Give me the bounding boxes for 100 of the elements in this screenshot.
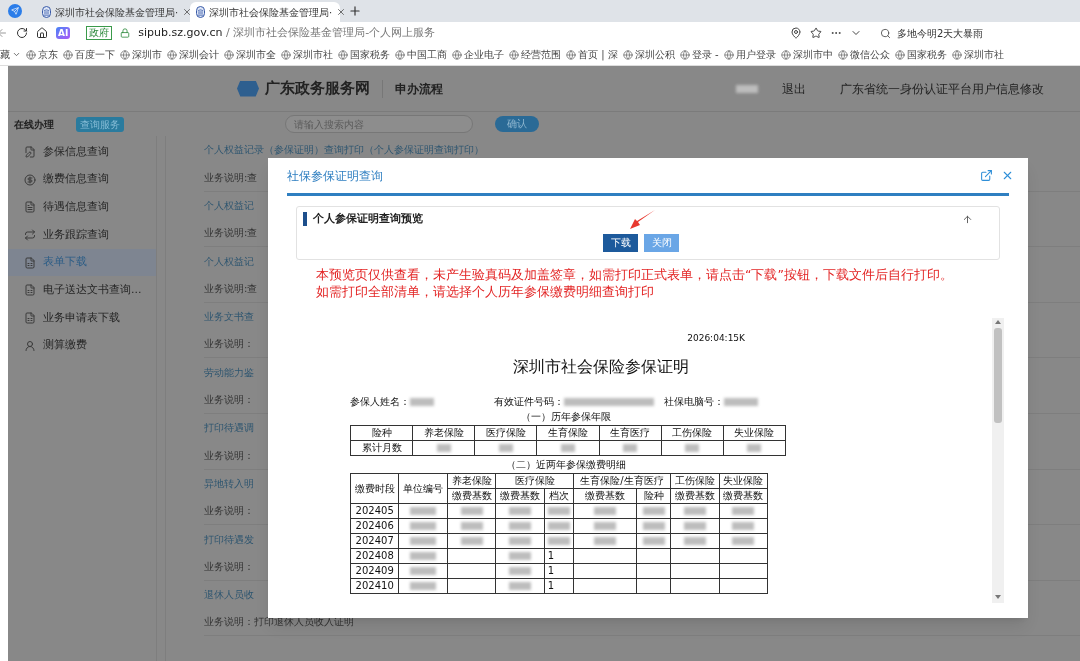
bookmark-icon — [281, 49, 291, 60]
table-cell: 202409 — [350, 563, 399, 579]
home-icon[interactable] — [36, 27, 48, 39]
bookmark-icon — [951, 49, 962, 60]
service-description: 业务说明:查 — [204, 170, 258, 185]
ai-button[interactable]: AI — [56, 27, 71, 39]
dialog-button[interactable]: 关闭 — [644, 233, 679, 252]
scrollbar[interactable] — [992, 318, 1004, 603]
redacted-mark — [460, 537, 483, 545]
redacted-mark — [547, 522, 570, 530]
sidebar-item[interactable]: 电子送达文书查询... — [8, 276, 156, 305]
sidebar-item[interactable]: 待遇信息查询 — [8, 193, 156, 222]
bookmark-link[interactable]: 首页 | 深 — [578, 47, 618, 62]
bookmark-link[interactable]: 用户登录 — [735, 47, 776, 62]
redacted-mark — [623, 444, 638, 452]
profile-link[interactable]: 广东省统一身份认证平台用户信息修改 — [840, 79, 1044, 98]
redacted-mark — [732, 522, 755, 530]
section-title: 申办流程 — [395, 80, 443, 98]
bookmark-icon — [338, 49, 348, 60]
field-label: 有效证件号码： — [494, 396, 564, 408]
table-header-cell: 缴费基数 — [495, 488, 545, 504]
bookmark-link[interactable]: 企业电子 — [464, 47, 504, 62]
bookmark-link[interactable]: 深圳市社 — [963, 47, 1004, 62]
bookmark-icon — [837, 49, 848, 60]
service-description: 业务说明： — [204, 559, 254, 574]
redacted-mark — [594, 522, 617, 530]
redacted-mark — [736, 85, 758, 93]
table-header-cell: 养老保险 — [447, 473, 496, 489]
table-cell: 1 — [547, 550, 554, 561]
bookmark-link[interactable]: 深圳市中 — [792, 47, 833, 62]
redacted-mark — [410, 567, 437, 575]
bookmark-link[interactable]: 经营范围 — [521, 47, 561, 62]
lock-icon — [120, 28, 131, 38]
bookmark-link[interactable]: 国家税务 — [906, 47, 947, 62]
sidebar-item[interactable]: 业务跟踪查询 — [8, 221, 156, 249]
site-logo[interactable]: 广东政务服务网 — [265, 77, 370, 100]
section-heading: （一）历年参保年限 — [521, 411, 611, 423]
address-text[interactable]: sipub.sz.gov.cn / 深圳市社会保险基金管理局-个人网上服务 — [138, 24, 436, 42]
search-field[interactable]: 多地今明2天大暴雨 — [880, 25, 1070, 41]
user-icon — [24, 339, 36, 352]
bookmark-link[interactable]: 深圳市 — [132, 47, 162, 62]
table-cell: 1 — [547, 580, 554, 591]
close-icon[interactable] — [336, 7, 347, 17]
sidebar-item[interactable]: 业务申请表下载 — [8, 304, 156, 332]
sidebar-item[interactable]: 参保信息查询 — [8, 138, 156, 166]
field-label: 参保人姓名： — [350, 396, 410, 408]
star-icon[interactable] — [810, 27, 822, 39]
bookmark-link[interactable]: 国家税务 — [350, 47, 390, 62]
query-tab[interactable]: 查询服务 — [76, 116, 124, 132]
bookmark-icon — [395, 49, 405, 60]
bookmark-link[interactable]: 藏 — [0, 47, 10, 62]
bookmark-icon — [509, 49, 519, 60]
bookmark-link[interactable]: 京东 — [38, 47, 58, 62]
table-header-cell: 失业保险 — [723, 425, 786, 441]
section-label: 在线办理 — [14, 117, 54, 132]
location-icon[interactable] — [790, 27, 802, 39]
table-cell: 1 — [547, 565, 554, 576]
table-header-cell: 医疗保险 — [495, 473, 574, 489]
notice-text: 本预览页仅供查看，未产生验真码及加盖签章，如需打印正式表单，请点击“下载”按钮，下载文件后自行打印。 — [316, 266, 954, 283]
service-description: 业务说明:查 — [204, 226, 258, 241]
pinned-tab-icon[interactable] — [8, 4, 22, 18]
bookmark-link[interactable]: 深圳市社 — [293, 47, 333, 62]
sidebar-item[interactable]: 缴费信息查询 — [8, 165, 156, 194]
redacted-mark — [410, 537, 437, 545]
bookmark-icon — [780, 49, 791, 60]
open-external-icon[interactable] — [980, 169, 993, 182]
close-icon[interactable] — [182, 7, 193, 17]
bookmark-link[interactable]: 中国工商 — [407, 47, 447, 62]
collapse-icon[interactable] — [962, 213, 973, 225]
sidebar-item[interactable]: 测算缴费 — [8, 331, 156, 360]
redacted-mark — [683, 537, 706, 545]
bookmark-link[interactable]: 微信公众 — [849, 47, 890, 62]
bookmark-link[interactable]: 百度一下 — [75, 47, 115, 62]
section-heading: （二）近两年参保缴费明细 — [506, 459, 626, 471]
table-cell: 202405 — [350, 503, 399, 519]
redacted-mark — [436, 444, 451, 452]
new-tab-icon[interactable] — [348, 4, 362, 18]
dialog-button[interactable]: 下载 — [603, 233, 638, 252]
table-header-cell: 险种 — [350, 425, 413, 441]
redacted-mark — [747, 444, 762, 452]
bookmark-icon — [894, 49, 905, 60]
bookmark-link[interactable]: 深圳市全 — [236, 47, 276, 62]
service-description: 业务说明： — [204, 337, 254, 352]
table-header-cell: 生育医疗 — [599, 425, 662, 441]
logout-link[interactable]: 退出 — [782, 79, 806, 98]
caret-icon[interactable] — [12, 50, 21, 59]
redacted-mark — [410, 552, 437, 560]
reload-icon[interactable] — [16, 27, 28, 39]
table-header-cell: 生育保险 — [536, 425, 600, 441]
redacted-mark — [410, 522, 437, 530]
spreadsheet-icon — [24, 284, 36, 297]
close-icon[interactable] — [1001, 169, 1014, 182]
bookmark-link[interactable]: 登录 - — [691, 47, 719, 62]
table-header-cell: 险种 — [636, 488, 671, 504]
bookmark-link[interactable]: 深圳公积 — [634, 47, 675, 62]
bookmark-icon — [224, 49, 234, 60]
bookmark-link[interactable]: 深圳会计 — [179, 47, 219, 62]
confirm-button[interactable]: 确认 — [495, 116, 539, 132]
redacted-mark — [508, 537, 531, 545]
browser-tab[interactable]: 深圳市社会保险基金管理局· — [36, 2, 186, 22]
